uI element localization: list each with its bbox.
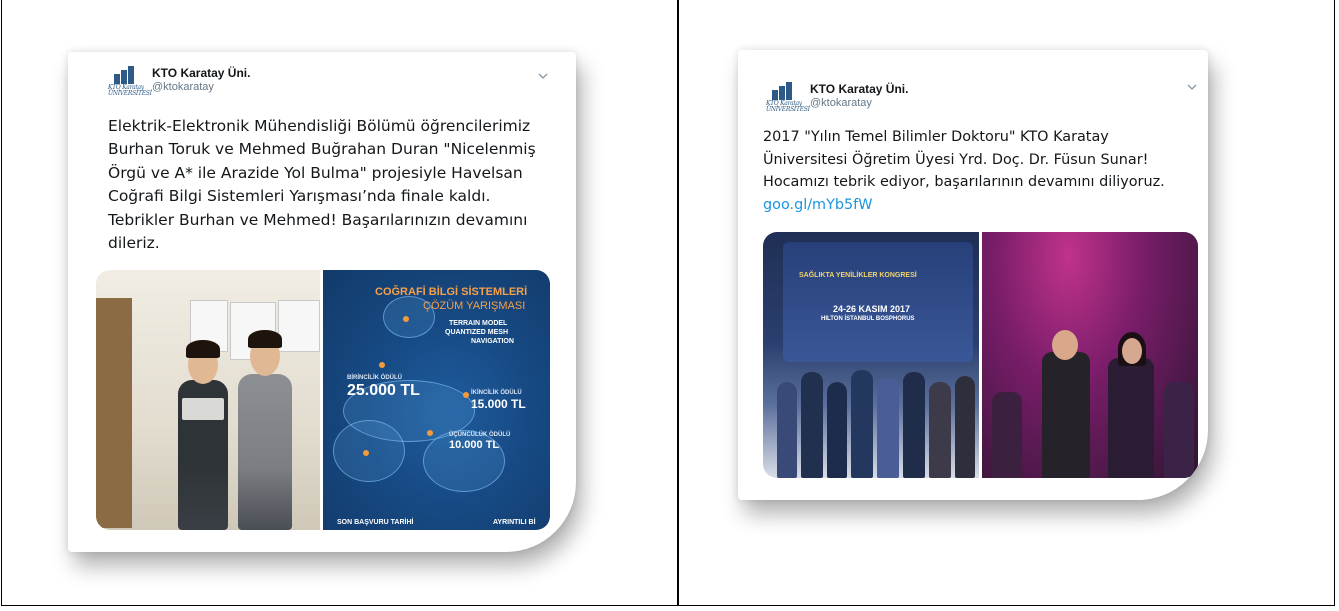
chevron-down-icon[interactable]: [538, 72, 548, 82]
author-handle[interactable]: @ktokaratay: [152, 80, 250, 94]
tweet-text-line: Burhan Toruk ve Mehmed Buğrahan Duran "N…: [108, 140, 536, 159]
tweet-left[interactable]: KTO Karatay ÜNİVERSİTESİ KTO Karatay Üni…: [68, 52, 576, 552]
poster-third-label: ÜÇÜNCÜLÜK ÖDÜLÜ: [449, 432, 511, 438]
poster-first-value: 25.000 TL: [347, 382, 420, 399]
photo-students[interactable]: [96, 270, 320, 530]
chevron-down-icon[interactable]: [1187, 83, 1197, 93]
poster-first-label: BİRİNCİLİK ÖDÜLÜ: [347, 375, 402, 381]
university-logo-icon[interactable]: KTO Karatay ÜNİVERSİTESİ: [766, 82, 810, 113]
poster-second-label: İKİNCİLİK ÖDÜLÜ: [471, 390, 522, 396]
poster-tag: QUANTIZED MESH: [445, 329, 508, 336]
tweet-card-right: KTO Karatay ÜNİVERSİTESİ KTO Karatay Üni…: [738, 50, 1208, 500]
tweet-link[interactable]: goo.gl/mYb5fW: [763, 194, 1203, 217]
university-logo-icon[interactable]: KTO Karatay ÜNİVERSİTESİ: [108, 66, 152, 97]
tweet-text: 2017 "Yılın Temel Bilimler Doktoru" KTO …: [763, 126, 1203, 217]
tweet-media[interactable]: COĞRAFİ BİLGİ SİSTEMLERİ ÇÖZÜM YARIŞMASI…: [96, 270, 550, 530]
logo-caption: KTO Karatay ÜNİVERSİTESİ: [108, 84, 152, 97]
tweet-text-line: Tebrikler Burhan ve Mehmed! Başarılarını…: [108, 210, 528, 229]
author-name[interactable]: KTO Karatay Üni.: [152, 66, 250, 80]
photo-award-stage[interactable]: SAĞLIKTA YENİLİKLER KONGRESİ 24-26 KASIM…: [763, 232, 979, 478]
banner-venue: HILTON İSTANBUL BOSPHORUS: [821, 316, 915, 322]
poster-title: COĞRAFİ BİLGİ SİSTEMLERİ: [375, 286, 528, 298]
tweet-text-line: Hocamızı tebrik ediyor, başarılarının de…: [763, 174, 1165, 191]
tweet-text-line: dileriz.: [108, 234, 160, 253]
author-handle[interactable]: @ktokaratay: [810, 96, 908, 110]
tweet-right[interactable]: KTO Karatay ÜNİVERSİTESİ KTO Karatay Üni…: [738, 50, 1208, 500]
tweet-header: KTO Karatay ÜNİVERSİTESİ KTO Karatay Üni…: [108, 66, 250, 97]
banner-dates: 24-26 KASIM 2017: [833, 304, 911, 314]
tweet-text-line: Elektrik-Elektronik Mühendisliği Bölümü …: [108, 117, 531, 135]
author-name[interactable]: KTO Karatay Üni.: [810, 82, 908, 96]
tweet-text-line: Üniversitesi Öğretim Üyesi Yrd. Doç. Dr.…: [763, 151, 1149, 168]
photo-gala-evening[interactable]: [982, 232, 1198, 478]
tweet-text-line: 2017 "Yılın Temel Bilimler Doktoru" KTO …: [763, 129, 1109, 145]
logo-caption: KTO Karatay ÜNİVERSİTESİ: [766, 100, 810, 113]
poster-tag: TERRAIN MODEL: [449, 320, 508, 327]
tweet-text-line: Örgü ve A* ile Arazide Yol Bulma" projes…: [108, 163, 523, 182]
photo-competition-poster[interactable]: COĞRAFİ BİLGİ SİSTEMLERİ ÇÖZÜM YARIŞMASI…: [323, 270, 550, 530]
poster-second-value: 15.000 TL: [471, 397, 526, 411]
tweet-card-left: KTO Karatay ÜNİVERSİTESİ KTO Karatay Üni…: [68, 52, 576, 552]
table-column-divider: [677, 0, 679, 606]
poster-tag: NAVIGATION: [471, 338, 514, 345]
tweet-media[interactable]: SAĞLIKTA YENİLİKLER KONGRESİ 24-26 KASIM…: [763, 232, 1198, 478]
banner-title: SAĞLIKTA YENİLİKLER KONGRESİ: [799, 272, 917, 279]
tweet-text-line: Coğrafi Bilgi Sistemleri Yarışması’nda f…: [108, 187, 491, 206]
poster-third-value: 10.000 TL: [449, 439, 500, 451]
poster-subtitle: ÇÖZÜM YARIŞMASI: [423, 300, 526, 312]
poster-footer-right: AYRINTILI Bİ: [493, 519, 536, 526]
tweet-text: Elektrik-Elektronik Mühendisliği Bölümü …: [108, 115, 568, 255]
tweet-header: KTO Karatay ÜNİVERSİTESİ KTO Karatay Üni…: [766, 82, 908, 113]
poster-footer-left: SON BAŞVURU TARİHİ: [337, 519, 414, 526]
